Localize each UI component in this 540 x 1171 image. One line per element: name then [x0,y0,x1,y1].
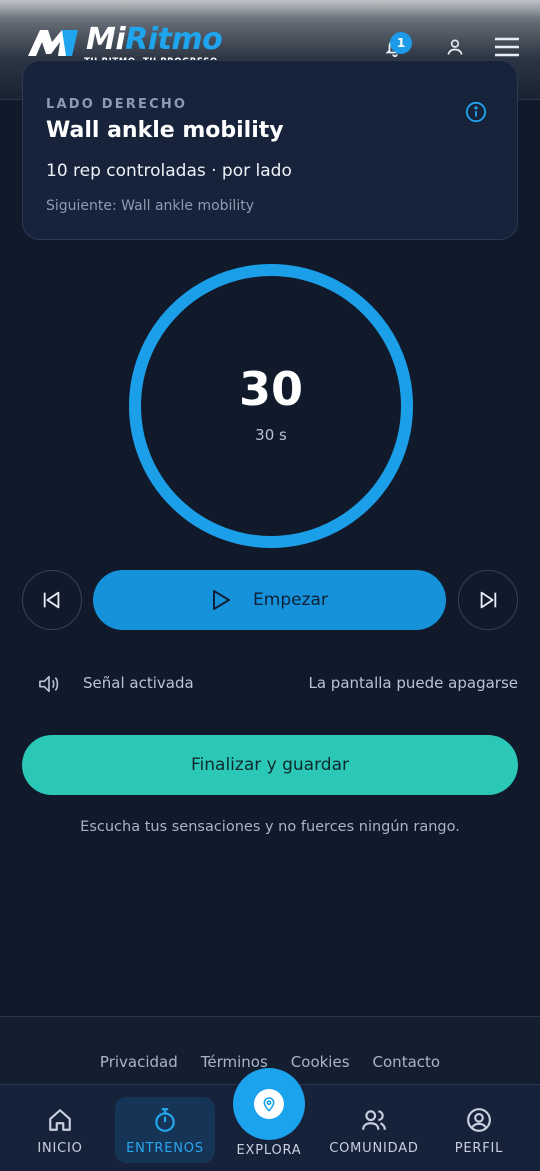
nav-item-inicio[interactable]: INICIO [10,1085,110,1171]
exercise-title: Wall ankle mobility [46,118,284,143]
status-row: Señal activada La pantalla puede apagars… [38,672,518,696]
nav-label-explora: EXPLORA [236,1143,302,1158]
skip-back-icon [43,591,60,609]
footer-link-terms[interactable]: Términos [201,1053,268,1071]
logo-mark-icon [28,30,78,56]
stopwatch-icon [155,1108,175,1132]
speaker-icon[interactable] [38,674,60,694]
footer-link-privacy[interactable]: Privacidad [100,1053,178,1071]
finish-save-button[interactable]: Finalizar y guardar [22,735,518,795]
exercise-side: LADO DERECHO [46,97,188,112]
nav-item-entrenos[interactable]: ENTRENOS [115,1085,215,1171]
hamburger-icon [495,37,519,57]
location-pin-icon [263,1097,275,1112]
nav-item-perfil[interactable]: PERFIL [429,1085,529,1171]
info-icon[interactable] [465,101,487,123]
exercise-reps: 10 rep controladas · por lado [46,161,292,181]
exercise-card: LADO DERECHO Wall ankle mobility 10 rep … [22,60,518,240]
account-button[interactable] [440,32,470,62]
notification-badge: 1 [390,32,412,54]
start-button-label: Empezar [253,590,328,610]
skip-forward-icon [480,591,497,609]
menu-button[interactable] [492,32,522,62]
timer-subtitle: 30 s [255,426,287,444]
nav-label-inicio: INICIO [37,1141,83,1156]
explora-fab-button[interactable] [233,1068,305,1140]
start-button[interactable]: Empezar [93,570,446,630]
user-circle-icon [467,1108,491,1132]
nav-label-perfil: PERFIL [454,1141,504,1156]
screen-status: La pantalla puede apagarse [308,674,518,692]
next-button[interactable] [458,570,518,630]
nav-label-comunidad: COMUNIDAD [329,1141,419,1156]
timer-value: 30 [238,362,303,416]
logo-wordmark: MiRitmo [86,22,223,57]
user-icon [447,39,463,55]
home-icon [49,1109,71,1131]
users-icon [362,1110,386,1130]
footer-link-cookies[interactable]: Cookies [291,1053,350,1071]
sound-status[interactable]: Señal activada [83,674,194,692]
nav-item-comunidad[interactable]: COMUNIDAD [324,1085,424,1171]
previous-button[interactable] [22,570,82,630]
hint-text: Escucha tus sensaciones y no fuerces nin… [80,819,460,835]
footer-link-contact[interactable]: Contacto [373,1053,441,1071]
play-icon [213,590,231,610]
nav-label-entrenos: ENTRENOS [126,1141,204,1156]
next-exercise: Siguiente: Wall ankle mobility [46,198,254,214]
header-background-image [0,0,540,18]
